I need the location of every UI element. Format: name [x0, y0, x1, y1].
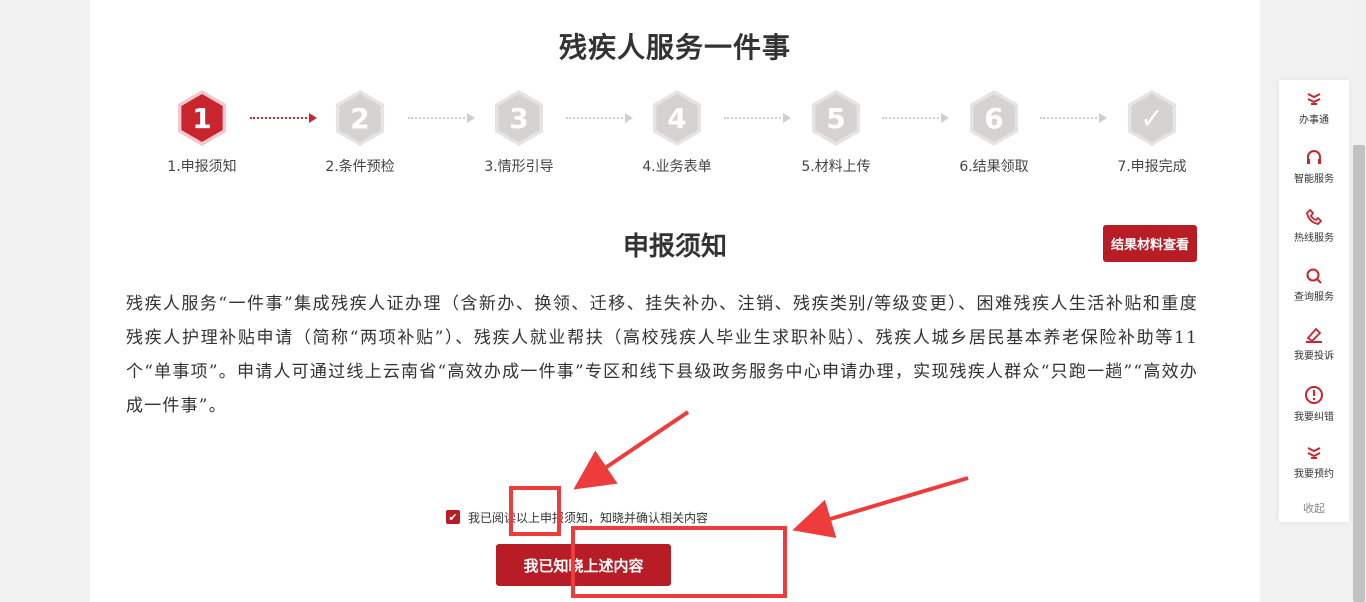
step-7-label: 7.申报完成: [1117, 159, 1187, 175]
step-7-badge: ✓: [1127, 90, 1177, 146]
scrollbar-thumb[interactable]: [1353, 145, 1365, 602]
page-title: 残疾人服务一件事: [558, 31, 791, 64]
banshitong-icon: [1307, 93, 1321, 105]
sidebar-item-query[interactable]: 查询服务: [1279, 259, 1349, 315]
step-1-label: 1.申报须知: [167, 159, 237, 175]
notice-title: 申报须知: [622, 232, 727, 262]
step-connector-2: [408, 113, 475, 123]
search-icon: [1306, 268, 1322, 284]
step-6-label: 6.结果领取: [959, 159, 1029, 175]
sidebar-item-smart-service[interactable]: 智能服务: [1279, 141, 1349, 197]
sidebar-item-correction[interactable]: 我要纠错: [1279, 377, 1349, 433]
step-6[interactable]: 6 6.结果领取: [944, 90, 1044, 175]
step-4-badge: 4: [652, 90, 702, 146]
step-5-label: 5.材料上传: [801, 159, 871, 175]
exclamation-icon: [1305, 386, 1323, 404]
result-materials-button[interactable]: 结果材料查看: [1103, 225, 1197, 262]
appointment-icon: [1307, 447, 1321, 459]
annotation-box-checkbox: [509, 486, 561, 536]
step-3-badge: 3: [494, 90, 544, 146]
agree-text: 我已阅读以上申报须知，知晓并确认相关内容: [468, 510, 709, 525]
step-connector-4: [724, 113, 791, 123]
step-1-badge: 1: [177, 90, 227, 146]
step-connector-1: [250, 113, 317, 123]
phone-icon: [1306, 208, 1323, 225]
step-3[interactable]: 3 3.情形引导: [469, 90, 569, 175]
step-2[interactable]: 2 2.条件预检: [310, 90, 410, 175]
step-connector-6: [1040, 113, 1107, 123]
step-6-badge: 6: [969, 90, 1019, 146]
agree-checkbox[interactable]: ✔: [446, 510, 460, 524]
step-5-badge: 5: [811, 90, 861, 146]
headset-icon: [1307, 150, 1321, 164]
step-4[interactable]: 4 4.业务表单: [627, 90, 727, 175]
sidebar-item-hotline[interactable]: 热线服务: [1279, 200, 1349, 256]
sidebar-collapse[interactable]: 收起: [1279, 500, 1349, 516]
notice-body: 残疾人服务“一件事”集成残疾人证办理（含新办、换领、迁移、挂失补办、注销、残疾类…: [126, 294, 1198, 416]
check-icon: ✓: [1131, 94, 1173, 142]
step-7[interactable]: ✓ 7.申报完成: [1102, 90, 1202, 175]
step-connector-3: [566, 113, 633, 123]
annotation-box-button: [571, 526, 787, 598]
step-4-label: 4.业务表单: [642, 159, 712, 175]
step-connector-5: [882, 113, 949, 123]
floating-service-bar: 办事通 智能服务 热线服务 查询服务 我要投诉 我要纠错 我要预约 收起: [1279, 80, 1349, 522]
sidebar-item-banshitong[interactable]: 办事通: [1279, 82, 1349, 138]
sidebar-item-appointment[interactable]: 我要预约: [1279, 436, 1349, 492]
step-1[interactable]: 1 1.申报须知: [152, 90, 252, 175]
step-5[interactable]: 5 5.材料上传: [786, 90, 886, 175]
sidebar-item-complaint[interactable]: 我要投诉: [1279, 318, 1349, 374]
step-2-badge: 2: [335, 90, 385, 146]
step-2-label: 2.条件预检: [325, 159, 395, 175]
step-3-label: 3.情形引导: [484, 159, 554, 175]
checkmark-icon: ✔: [448, 510, 458, 524]
agreement-row: ✔ 我已阅读以上申报须知，知晓并确认相关内容: [446, 506, 708, 528]
complaint-icon: [1306, 327, 1322, 343]
